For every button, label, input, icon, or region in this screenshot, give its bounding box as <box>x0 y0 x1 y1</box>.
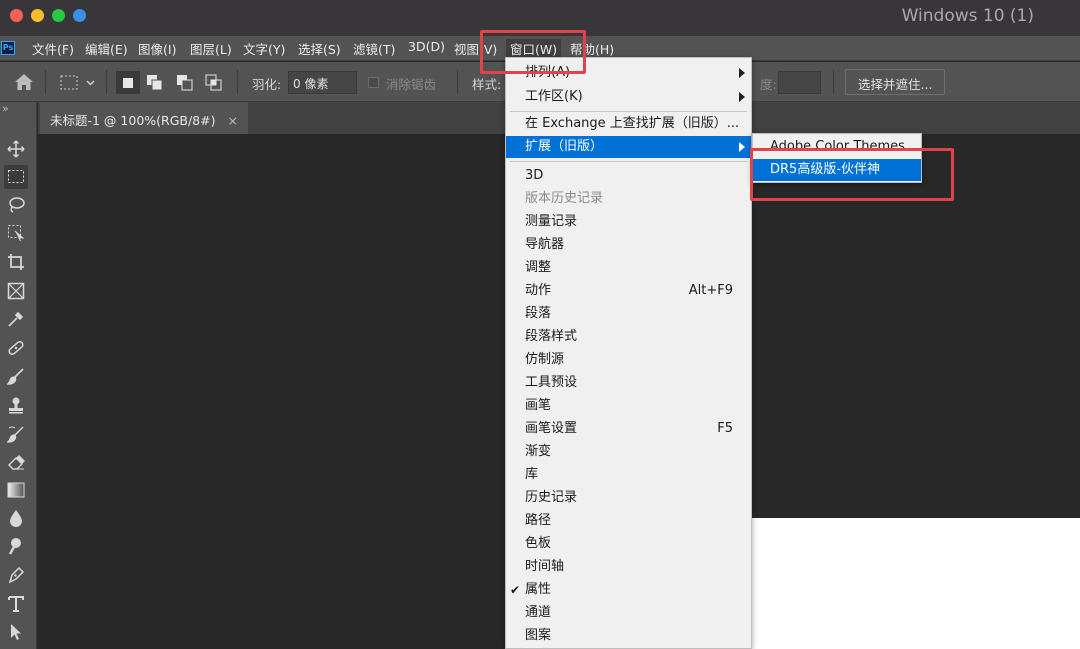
antialias-label: 消除锯齿 <box>386 77 437 92</box>
eraser-icon[interactable] <box>4 450 28 474</box>
menu-item-workspace[interactable]: 工作区(K) <box>506 86 751 108</box>
document-tab-title: 未标题-1 @ 100%(RGB/8#) <box>50 113 216 128</box>
stamp-icon[interactable] <box>4 393 28 417</box>
healing-icon[interactable] <box>4 336 28 360</box>
pen-icon[interactable] <box>4 563 28 587</box>
collapse-panel-icon[interactable]: » <box>2 102 9 115</box>
menu-type[interactable]: 文字(Y) <box>243 39 285 58</box>
extra-window-button[interactable] <box>73 9 86 22</box>
menu-item-paths[interactable]: 路径 <box>506 510 751 532</box>
menu-item-libraries[interactable]: 库 <box>506 464 751 486</box>
menu-item-swatches[interactable]: 色板 <box>506 533 751 555</box>
close-tab-icon[interactable]: × <box>227 113 237 128</box>
height-input[interactable] <box>778 71 821 94</box>
menu-layer[interactable]: 图层(L) <box>190 39 232 58</box>
document-canvas[interactable] <box>752 518 1080 649</box>
menu-item-navigator[interactable]: 导航器 <box>506 234 751 256</box>
menu-filter[interactable]: 滤镜(T) <box>353 39 395 58</box>
submenu-arrow-icon <box>739 68 745 78</box>
menu-file[interactable]: 文件(F) <box>32 39 74 58</box>
menu-view[interactable]: 视图(V) <box>454 39 497 58</box>
menu-item-clone-source[interactable]: 仿制源 <box>506 349 751 371</box>
menu-item-channels[interactable]: 通道 <box>506 602 751 624</box>
submenu-item-dr5[interactable]: DR5高级版-伙伴神 <box>753 159 921 181</box>
checkmark-icon: ✔ <box>510 583 521 597</box>
gradient-icon[interactable] <box>4 478 28 502</box>
marquee-icon[interactable] <box>4 165 28 189</box>
window-titlebar: Windows 10 (1) <box>0 0 1080 36</box>
menu-window[interactable]: 窗口(W) <box>506 39 562 58</box>
menu-item-find-extensions[interactable]: 在 Exchange 上查找扩展（旧版）... <box>506 113 751 135</box>
menu-item-version-history: 版本历史记录 <box>525 191 604 206</box>
move-icon[interactable] <box>4 137 28 161</box>
extensions-submenu: Adobe Color Themes DR5高级版-伙伴神 <box>752 133 922 183</box>
blur-icon[interactable] <box>4 506 28 530</box>
menu-item-extensions-legacy[interactable]: 扩展（旧版） <box>506 136 751 158</box>
menu-item-paragraph-styles[interactable]: 段落样式 <box>506 326 751 348</box>
dodge-icon[interactable] <box>4 534 28 558</box>
eyedropper-icon[interactable] <box>4 307 28 331</box>
menu-select[interactable]: 选择(S) <box>298 39 341 58</box>
menu-item-actions[interactable]: 动作 Alt+F9 <box>506 280 751 302</box>
tools-panel: » <box>0 102 37 649</box>
menu-item-3d[interactable]: 3D <box>506 165 751 187</box>
height-label: 度: <box>760 77 777 92</box>
menu-item-gradients[interactable]: 渐变 <box>506 441 751 463</box>
path-select-icon[interactable] <box>4 620 28 644</box>
menu-image[interactable]: 图像(I) <box>138 39 176 58</box>
shortcut-label: F5 <box>717 421 733 436</box>
menu-item-measurement-log[interactable]: 测量记录 <box>506 211 751 233</box>
add-selection-button[interactable] <box>146 74 164 96</box>
submenu-arrow-icon <box>739 92 745 102</box>
menu-item-patterns[interactable]: 图案 <box>506 625 751 647</box>
shortcut-label: Alt+F9 <box>688 283 733 298</box>
minimize-window-button[interactable] <box>31 9 44 22</box>
history-brush-icon[interactable] <box>4 422 28 446</box>
new-selection-button[interactable] <box>116 71 140 94</box>
crop-icon[interactable] <box>4 250 28 274</box>
menu-item-timeline[interactable]: 时间轴 <box>506 556 751 578</box>
lasso-icon[interactable] <box>4 193 28 217</box>
menu-edit[interactable]: 编辑(E) <box>85 39 128 58</box>
menu-item-tool-presets[interactable]: 工具预设 <box>506 372 751 394</box>
select-and-mask-button[interactable]: 选择并遮住... <box>845 69 946 95</box>
menu-item-adjustments[interactable]: 调整 <box>506 257 751 279</box>
marquee-preset-icon[interactable] <box>60 75 96 95</box>
window-menu-dropdown: 排列(A) 工作区(K) 在 Exchange 上查找扩展（旧版）... 扩展（… <box>505 57 752 649</box>
zoom-window-button[interactable] <box>52 9 65 22</box>
submenu-item-adobe-color-themes[interactable]: Adobe Color Themes <box>753 136 921 158</box>
menu-3d[interactable]: 3D(D) <box>408 39 445 54</box>
menu-item-brush-settings[interactable]: 画笔设置 F5 <box>506 418 751 440</box>
feather-input[interactable]: 0 像素 <box>288 71 357 94</box>
menu-help[interactable]: 帮助(H) <box>570 39 614 58</box>
menu-item-properties[interactable]: ✔ 属性 <box>506 579 751 601</box>
brush-icon[interactable] <box>4 364 28 388</box>
menu-item-brushes[interactable]: 画笔 <box>506 395 751 417</box>
home-icon[interactable] <box>14 73 34 95</box>
window-title: Windows 10 (1) <box>901 6 1034 26</box>
submenu-arrow-icon <box>739 142 745 152</box>
feather-label: 羽化: <box>252 77 282 92</box>
type-icon[interactable] <box>4 592 28 616</box>
subtract-selection-button[interactable] <box>176 74 194 96</box>
photoshop-logo-icon: Ps <box>1 41 15 55</box>
menu-item-arrange[interactable]: 排列(A) <box>506 62 751 84</box>
document-tab[interactable]: 未标题-1 @ 100%(RGB/8#) × <box>40 102 248 134</box>
antialias-checkbox[interactable] <box>368 77 379 88</box>
menu-item-history[interactable]: 历史记录 <box>506 487 751 509</box>
close-window-button[interactable] <box>10 9 23 22</box>
object-select-icon[interactable] <box>4 221 28 245</box>
style-label: 样式: <box>472 77 502 92</box>
menu-item-paragraph[interactable]: 段落 <box>506 303 751 325</box>
frame-icon[interactable] <box>4 279 28 303</box>
intersect-selection-button[interactable] <box>205 74 223 96</box>
